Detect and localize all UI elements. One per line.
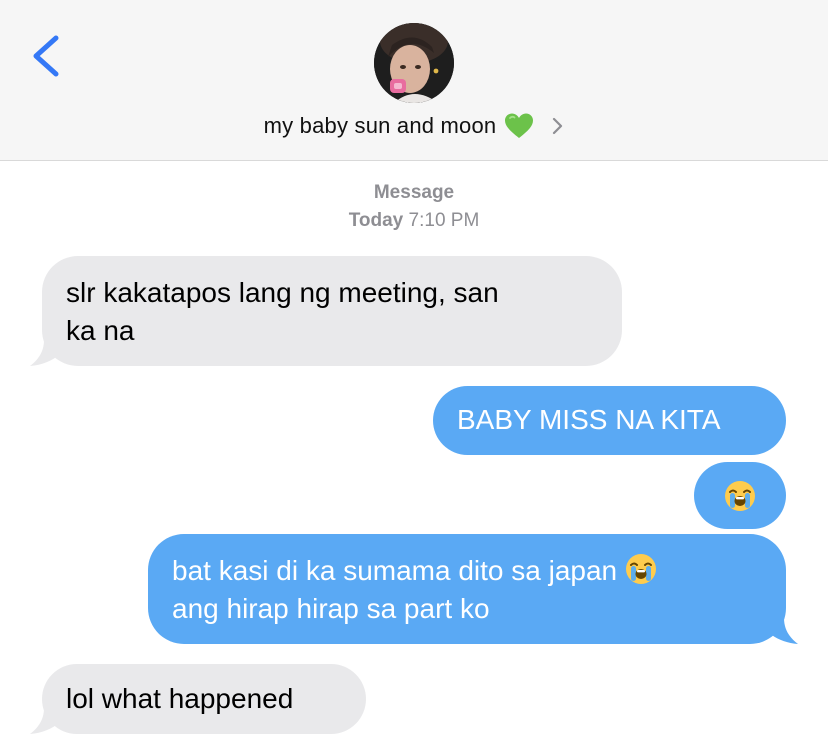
- received-message-bubble[interactable]: slr kakatapos lang ng meeting, san ka na: [42, 256, 622, 366]
- message-timestamp: Today 7:10 PM: [0, 210, 828, 232]
- bubble-tail: [30, 340, 60, 366]
- sent-emoji-bubble[interactable]: [694, 462, 786, 529]
- message-line-with-emoji: bat kasi di ka sumama dito sa japan: [172, 552, 762, 590]
- bubble-tail: [30, 708, 60, 734]
- contact-name: my baby sun and moon: [263, 113, 497, 138]
- message-text: BABY MISS NA KITA: [457, 404, 721, 435]
- message-line: ka na: [66, 315, 135, 346]
- avatar-photo: [374, 23, 454, 103]
- green-heart-icon: [505, 113, 534, 138]
- timestamp-day: Today: [348, 210, 404, 231]
- messages-screen: my baby sun and moon Message Today 7:10 …: [0, 0, 828, 748]
- back-button[interactable]: [28, 32, 68, 80]
- sent-message-bubble[interactable]: bat kasi di ka sumama dito sa japan ang …: [148, 534, 786, 644]
- loudly-crying-face-icon: [725, 481, 755, 511]
- message-line: bat kasi di ka sumama dito sa japan: [172, 555, 618, 586]
- bubble-tail: [768, 618, 798, 644]
- timestamp-time: 7:10 PM: [408, 210, 480, 231]
- conversation-header: my baby sun and moon: [0, 0, 828, 161]
- contact-details-button[interactable]: my baby sun and moon: [0, 108, 828, 144]
- message-line: slr kakatapos lang ng meeting, san: [66, 277, 499, 308]
- message-line: ang hirap hirap sa part ko: [172, 593, 490, 624]
- loudly-crying-face-icon: [625, 554, 656, 584]
- received-message-bubble[interactable]: lol what happened: [42, 664, 366, 734]
- contact-avatar[interactable]: [374, 23, 454, 103]
- message-text: lol what happened: [66, 683, 294, 714]
- message-service-label: Message: [373, 182, 455, 203]
- sent-message-bubble[interactable]: BABY MISS NA KITA: [433, 386, 786, 455]
- chevron-left-icon: [33, 35, 59, 77]
- chevron-right-icon: [553, 117, 563, 135]
